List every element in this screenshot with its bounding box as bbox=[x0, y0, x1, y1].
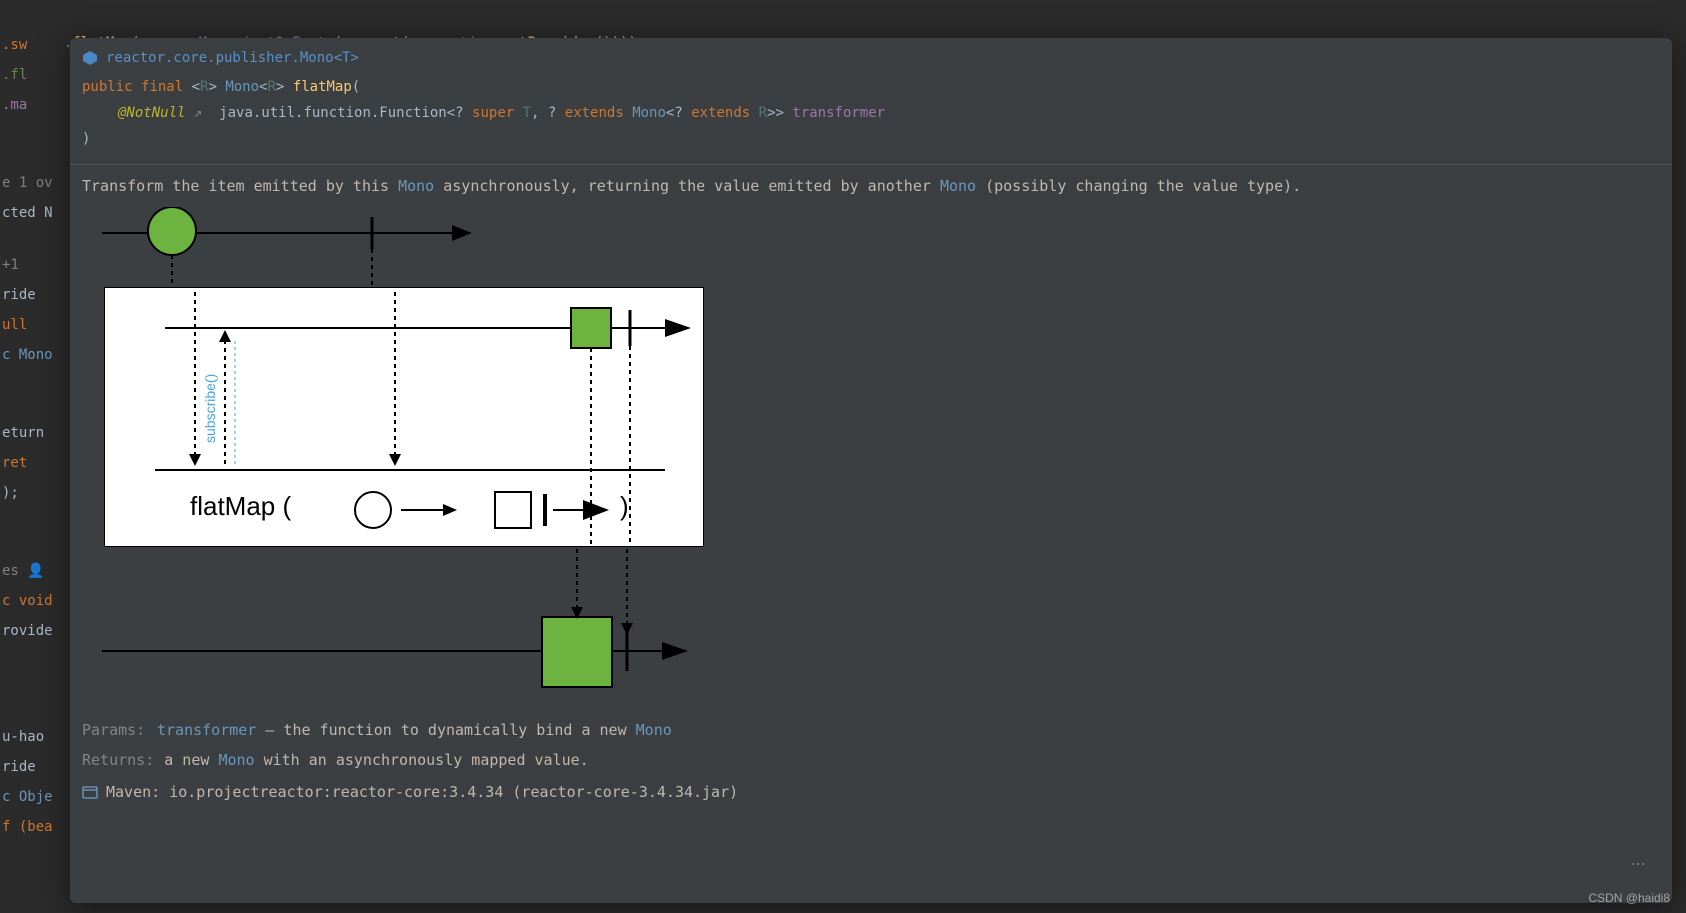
code-frag: cted N bbox=[0, 198, 70, 228]
code-frag: ride bbox=[0, 752, 70, 782]
params-section: Params: transformer – the function to dy… bbox=[82, 719, 1660, 803]
code-frag: ull bbox=[0, 310, 70, 340]
type-link-mono[interactable]: Mono bbox=[398, 177, 434, 195]
maven-coords: Maven: io.projectreactor:reactor-core:3.… bbox=[106, 781, 738, 803]
code-frag: ride bbox=[0, 280, 70, 310]
type-link-mono[interactable]: Mono bbox=[940, 177, 976, 195]
doc-description: Transform the item emitted by this Mono … bbox=[82, 175, 1660, 197]
code-frag: f (bea bbox=[0, 812, 70, 842]
code-frag: ); bbox=[0, 478, 70, 508]
code-frag: rovide bbox=[0, 616, 70, 646]
type-link-mono[interactable]: Mono bbox=[636, 721, 672, 739]
params-label: Params: bbox=[82, 719, 147, 741]
code-frag: e 1 ov bbox=[0, 168, 70, 198]
code-frag: es 👤 bbox=[0, 556, 70, 586]
class-fqn[interactable]: reactor.core.publisher.Mono<T> bbox=[106, 46, 359, 70]
marble-diagram: subscribe() flatMap ( ) bbox=[82, 207, 1660, 707]
external-link-icon[interactable]: ↗ bbox=[185, 105, 219, 121]
doc-signature-header: reactor.core.publisher.Mono<T> public fi… bbox=[70, 38, 1672, 165]
more-icon[interactable]: ⋮ bbox=[1630, 857, 1646, 871]
documentation-popup[interactable]: reactor.core.publisher.Mono<T> public fi… bbox=[70, 38, 1672, 903]
library-icon bbox=[82, 785, 98, 799]
code-frag: .sw bbox=[0, 30, 70, 60]
partial-code-column: .sw .fl .ma e 1 ov cted N +1 ride ull c … bbox=[0, 0, 70, 842]
code-frag: .ma bbox=[0, 90, 70, 120]
method-signature-line2: @NotNull ↗ java.util.function.Function<?… bbox=[82, 100, 1660, 126]
code-frag: ret bbox=[0, 448, 70, 478]
maven-source-row[interactable]: Maven: io.projectreactor:reactor-core:3.… bbox=[82, 781, 1660, 803]
svg-text:subscribe(): subscribe() bbox=[202, 374, 218, 443]
returns-label: Returns: bbox=[82, 749, 154, 771]
type-link-mono[interactable]: Mono bbox=[218, 751, 254, 769]
method-signature-close: ) bbox=[82, 126, 1660, 152]
doc-body[interactable]: Transform the item emitted by this Mono … bbox=[70, 165, 1672, 903]
code-frag: c Mono bbox=[0, 340, 70, 370]
code-frag: +1 bbox=[0, 250, 70, 280]
param-transformer[interactable]: transformer bbox=[157, 721, 256, 739]
marble-operator-box: subscribe() flatMap ( ) bbox=[104, 287, 704, 547]
code-frag: c Obje bbox=[0, 782, 70, 812]
operator-label: flatMap ( ) bbox=[190, 495, 291, 517]
method-signature: public final <R> Mono<R> flatMap( bbox=[82, 74, 1660, 100]
watermark: CSDN @haidi8 bbox=[1588, 891, 1670, 905]
class-icon bbox=[82, 50, 98, 66]
code-frag: u-hao bbox=[0, 722, 70, 752]
code-frag: eturn bbox=[0, 418, 70, 448]
code-frag: .fl bbox=[0, 60, 70, 90]
code-frag: c void bbox=[0, 586, 70, 616]
